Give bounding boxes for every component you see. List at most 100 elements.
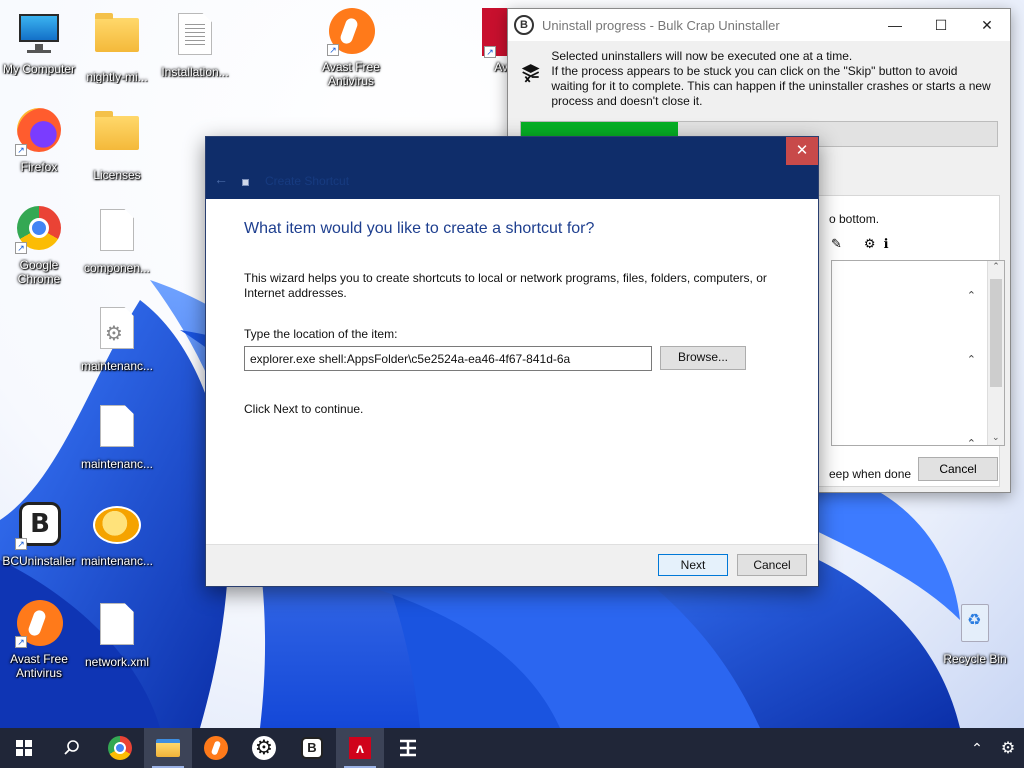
gear-icon[interactable]: ⚙: [992, 728, 1024, 768]
create-shortcut-wizard[interactable]: ✕ ← Create Shortcut What item would you …: [205, 136, 819, 587]
desktop-icon-nightly[interactable]: nightly-mi...: [79, 10, 155, 84]
desktop-icon-label: Firefox: [20, 160, 58, 174]
bcu-header: Selected uninstallers will now be execut…: [508, 41, 1010, 109]
desktop-icon-network-xml[interactable]: network.xml: [79, 600, 155, 669]
desktop-icon-licenses[interactable]: Licenses: [79, 108, 155, 182]
desktop-icon-label: nightly-mi...: [86, 70, 148, 84]
shortcut-arrow-icon: ↗: [15, 538, 27, 550]
settings-gear-icon[interactable]: ⚙: [240, 728, 288, 768]
avira-icon[interactable]: ʌ: [336, 728, 384, 768]
close-button[interactable]: ✕: [786, 137, 818, 165]
shortcut-wizard-icon: [242, 179, 249, 186]
next-button[interactable]: Next: [658, 554, 728, 576]
desktop-icon-label: Licenses: [93, 168, 141, 182]
continue-instruction: Click Next to continue.: [244, 402, 364, 416]
back-arrow-icon[interactable]: ←: [214, 171, 228, 187]
monitor-icon: [15, 10, 63, 58]
desktop-icon-avira-label: Av: [468, 60, 508, 74]
bcu-message-line2: If the process appears to be stuck you c…: [551, 64, 991, 108]
desktop-icon-label: Avast Free Antivirus: [10, 652, 68, 680]
bcu-title-bar[interactable]: B Uninstall progress - Bulk Crap Uninsta…: [508, 9, 1010, 41]
desktop-icon-maintenance-1[interactable]: ⚙ maintenanc...: [79, 304, 155, 373]
wrench-icon[interactable]: ✎: [831, 236, 842, 252]
wizard-title-bar[interactable]: ✕ ← Create Shortcut: [206, 137, 818, 199]
search-icon[interactable]: [48, 728, 96, 768]
desktop-icon-avast-bottom[interactable]: ↗ Avast Free Antivirus: [1, 600, 77, 680]
wizard-footer: Next Cancel: [206, 544, 818, 586]
desktop-icon-firefox[interactable]: ↗ Firefox: [1, 108, 77, 174]
desktop-icon-label: My Computer: [2, 62, 76, 76]
file-icon: [93, 209, 141, 257]
desktop-icon-recycle-bin[interactable]: ♻ Recycle Bin: [937, 600, 1013, 666]
desktop-icon-chrome[interactable]: ↗ Google Chrome: [1, 206, 77, 286]
wizard-description: This wizard helps you to create shortcut…: [244, 271, 767, 300]
bcu-toolbar: ✎ ⚙ ℹ: [831, 236, 889, 252]
avast-icon: ↗: [327, 8, 375, 56]
scroll-up-icon[interactable]: ⌃: [988, 261, 1004, 272]
chrome-icon: ↗: [15, 206, 63, 254]
bcu-message-line1: Selected uninstallers will now be execut…: [551, 49, 853, 63]
desktop-icon-label: maintenanc...: [80, 359, 154, 373]
desktop-icon-label: Installation...: [161, 65, 229, 79]
bcu-window-title: Uninstall progress - Bulk Crap Uninstall…: [542, 17, 780, 33]
maximize-button[interactable]: ☐: [918, 9, 964, 41]
uninstall-layers-icon: [521, 64, 540, 83]
taskbar: ⚙ B ʌ ⌃ ⚙: [0, 728, 1024, 768]
wizard-title: Create Shortcut: [265, 174, 350, 188]
shortcut-arrow-icon: ↗: [15, 636, 27, 648]
desktop-icon-label: Recycle Bin: [943, 652, 1007, 666]
desktop-icon-label: maintenanc...: [80, 457, 154, 471]
desktop-icon-my-computer[interactable]: My Computer: [1, 10, 77, 76]
shortcut-arrow-icon: ↗: [327, 44, 339, 56]
desktop-icon-maintenance-2[interactable]: maintenanc...: [79, 402, 155, 471]
chevron-up-icon[interactable]: ⌃: [967, 437, 976, 450]
desktop-icon-label: network.xml: [84, 655, 149, 669]
gear-icon[interactable]: ⚙: [864, 236, 876, 252]
scrollbar-thumb[interactable]: [990, 279, 1002, 387]
desktop-icon-components[interactable]: componen...: [79, 206, 155, 275]
desktop-icon-label: Google Chrome: [17, 258, 61, 286]
bcuninstaller-icon: B ↗: [15, 502, 63, 550]
close-button[interactable]: ✕: [964, 9, 1010, 41]
chrome-icon[interactable]: [96, 728, 144, 768]
folder-icon: [93, 111, 141, 164]
bcu-message: Selected uninstallers will now be execut…: [551, 49, 998, 109]
bcuninstaller-icon[interactable]: B: [288, 728, 336, 768]
settings-file-icon: ⚙: [93, 307, 141, 355]
file-icon: [93, 603, 141, 651]
system-tray: ⌃ ⚙: [962, 728, 1024, 768]
start-icon[interactable]: [0, 728, 48, 768]
desktop-icon-bcuninstaller[interactable]: B ↗ BCUninstaller: [1, 502, 77, 568]
desktop-icon-label: Avast Free Antivirus: [322, 60, 380, 88]
shortcut-arrow-icon: ↗: [15, 144, 27, 156]
shortcut-arrow-icon: ↗: [15, 242, 27, 254]
minimize-button[interactable]: —: [872, 9, 918, 41]
bcu-task-list[interactable]: ⌃ ⌃ ⌃ ⌃ ⌄: [831, 260, 1005, 450]
shortcut-arrow-icon: ↗: [484, 46, 496, 58]
desktop-icon-label: componen...: [83, 261, 151, 275]
bcu-tool-icon[interactable]: [384, 728, 432, 768]
scroll-down-icon[interactable]: ⌄: [992, 432, 1000, 443]
bcu-list-scrollbar[interactable]: ⌃ ⌄: [987, 261, 1004, 445]
recycle-bin-icon: ♻: [951, 600, 999, 648]
location-label: Type the location of the item:: [244, 327, 398, 341]
chevron-up-icon[interactable]: ⌃: [967, 353, 976, 366]
desktop-icon-label: Av: [494, 60, 508, 74]
chevron-up-icon[interactable]: ⌃: [962, 728, 992, 768]
info-icon[interactable]: ℹ: [884, 236, 889, 252]
cancel-button[interactable]: Cancel: [737, 554, 807, 576]
file-icon: [93, 405, 141, 453]
avast-icon: ↗: [15, 600, 63, 648]
location-input[interactable]: [244, 346, 652, 371]
desktop-icon-installation[interactable]: Installation...: [157, 10, 233, 79]
bcu-cancel-button[interactable]: Cancel: [918, 457, 998, 481]
folder-icon: [93, 13, 141, 66]
bcu-keep-text: eep when done: [829, 467, 912, 481]
browse-button[interactable]: Browse...: [660, 346, 746, 370]
desktop-icon-avast-top[interactable]: ↗ Avast Free Antivirus: [313, 8, 389, 88]
chevron-up-icon[interactable]: ⌃: [967, 289, 976, 302]
avira-desktop-icon-partial[interactable]: ↗: [482, 8, 508, 58]
desktop-icon-maintenance-3[interactable]: maintenanc...: [79, 502, 155, 568]
file-explorer-icon[interactable]: [144, 728, 192, 768]
avast-icon[interactable]: [192, 728, 240, 768]
